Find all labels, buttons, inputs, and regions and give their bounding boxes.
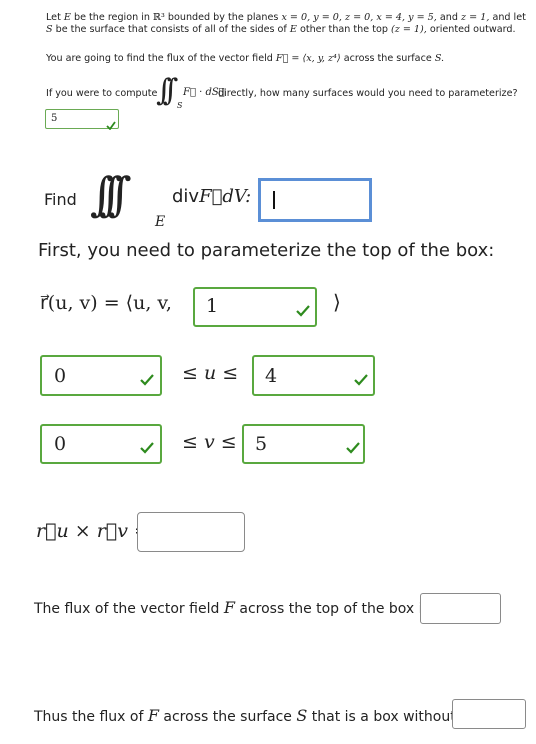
q1-text-a: If you were to compute [46,88,158,99]
cross-product-field[interactable] [137,512,245,552]
r-closing-bracket: ⟩ [333,290,341,314]
q2-integrand: divF⃗dV: [172,186,251,207]
intro-text: other than the top [299,24,388,35]
q1-answer-value: 5 [51,113,58,124]
planes-list: x = 0, y = 0, z = 0, x = 4, y = 5, [281,12,437,23]
intro-text: bounded by the planes [167,12,279,23]
vector-field: F⃗ = ⟨x, y, z⁴⟩ [275,53,341,64]
z-component-value: 1 [206,295,219,317]
r-expression: r⃗(u, v) = ⟨u, v, [40,292,172,314]
region-symbol: E [289,24,297,35]
intro-line-1: Let E be the region in ℝ³ bounded by the… [46,12,526,24]
check-icon [346,439,360,458]
v-lower-value: 0 [54,433,67,455]
q5-text: Thus the flux of F across the surface S … [34,706,512,725]
region-symbol: E [63,12,71,23]
q4-answer-field[interactable] [420,593,501,624]
v-upper-value: 5 [255,433,268,455]
intro-text: be the surface that consists of all of t… [55,24,287,35]
v-lower-field[interactable]: 0 [40,424,162,464]
top-plane: (z = 1), [391,24,427,35]
goal-text: across the surface [343,53,432,64]
z-component-field[interactable]: 1 [193,287,317,327]
u-lower-field[interactable]: 0 [40,355,162,396]
plane-top: z = 1, [461,12,490,23]
q1-surface-integral: ∫∫ [156,73,178,108]
field-symbol: F [147,706,159,725]
u-upper-value: 4 [265,365,278,387]
u-upper-field[interactable]: 4 [252,355,375,396]
intro-text: and [439,12,458,23]
q2-answer-field[interactable] [258,178,372,222]
q3-heading: First, you need to parameterize the top … [38,240,495,261]
field-symbol: F [223,598,235,617]
check-icon [354,371,368,390]
v-upper-field[interactable]: 5 [242,424,365,464]
div-operator: div [172,186,200,207]
q4-text: The flux of the vector field F across th… [34,598,430,617]
q5-answer-field[interactable] [452,699,526,729]
q1-integral-subscript: S [177,101,183,110]
q2-volume-integral: ∫∫∫ [90,167,132,221]
u-bounds-operator: ≤ u ≤ [182,362,239,384]
text-cursor [273,191,275,209]
check-icon [140,439,154,458]
v-bounds-operator: ≤ v ≤ [182,431,237,453]
field-symbol: F⃗ [199,186,223,207]
q2-integral-subscript: E [155,214,166,230]
goal-line: You are going to find the flux of the ve… [46,53,444,65]
r3-symbol: ℝ³ [153,12,165,23]
intro-text: oriented outward. [429,24,516,35]
intro-text: be the region in [73,12,150,23]
cross-product-label: r⃗u × r⃗v = [36,520,150,542]
surface-symbol: S. [434,53,445,64]
surface-symbol: S [46,24,53,35]
dv-symbol: dV: [222,186,252,207]
check-icon [140,371,154,390]
q1-answer-field[interactable]: 5 [45,109,119,131]
check-icon [106,115,116,134]
intro-text: Let [46,12,61,23]
goal-text: You are going to find the flux of the ve… [46,53,273,64]
u-lower-value: 0 [54,365,67,387]
intro-text: and let [492,12,526,23]
q2-find-label: Find [44,190,77,209]
intro-line-2: S be the surface that consists of all of… [46,24,516,36]
surface-symbol: S [296,706,308,725]
q1-text-b: directly, how many surfaces would you ne… [218,88,518,99]
check-icon [296,302,310,321]
